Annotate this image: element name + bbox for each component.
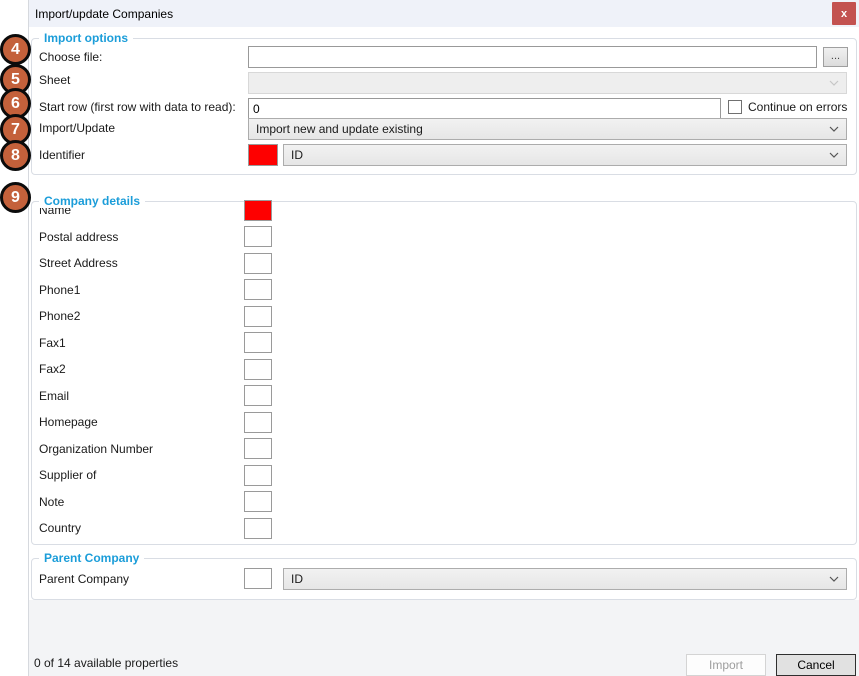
continue-on-errors-checkbox[interactable] bbox=[728, 100, 742, 114]
annotation-badge-9: 9 bbox=[0, 182, 31, 213]
company-field-row: Street Address bbox=[39, 250, 359, 277]
continue-on-errors-label: Continue on errors bbox=[748, 100, 847, 114]
choose-file-input[interactable] bbox=[248, 46, 817, 68]
company-field-mapping-box[interactable] bbox=[244, 385, 272, 406]
company-field-mapping-box[interactable] bbox=[244, 359, 272, 380]
company-field-mapping-box[interactable] bbox=[244, 412, 272, 433]
identifier-mapping-box[interactable] bbox=[248, 144, 278, 166]
company-field-mapping-box[interactable] bbox=[244, 438, 272, 459]
chevron-down-icon bbox=[829, 152, 839, 158]
company-field-label: Fax1 bbox=[39, 336, 66, 350]
company-field-mapping-box[interactable] bbox=[244, 279, 272, 300]
import-update-dropdown[interactable]: Import new and update existing bbox=[248, 118, 847, 140]
sheet-dropdown[interactable] bbox=[248, 72, 847, 94]
company-field-mapping-box[interactable] bbox=[244, 465, 272, 486]
start-row-input[interactable] bbox=[248, 98, 721, 120]
company-field-label: Country bbox=[39, 521, 81, 535]
group-company-details-header: Company details bbox=[39, 194, 145, 208]
identifier-label: Identifier bbox=[39, 148, 85, 162]
import-button[interactable]: Import bbox=[686, 654, 766, 676]
import-update-label: Import/Update bbox=[39, 121, 115, 135]
status-text: 0 of 14 available properties bbox=[34, 656, 178, 670]
chevron-down-icon bbox=[829, 80, 839, 86]
company-field-mapping-box[interactable] bbox=[244, 518, 272, 539]
company-field-row: Email bbox=[39, 383, 359, 410]
company-field-mapping-box[interactable] bbox=[244, 306, 272, 327]
parent-company-dropdown[interactable]: ID bbox=[283, 568, 847, 590]
company-field-row: Organization Number bbox=[39, 436, 359, 463]
choose-file-label: Choose file: bbox=[39, 50, 102, 64]
identifier-dropdown[interactable]: ID bbox=[283, 144, 847, 166]
company-field-label: Phone1 bbox=[39, 283, 80, 297]
chevron-down-icon bbox=[829, 126, 839, 132]
group-import-options-header: Import options bbox=[39, 31, 133, 45]
company-field-label: Phone2 bbox=[39, 309, 80, 323]
parent-company-label: Parent Company bbox=[39, 572, 129, 586]
parent-company-dropdown-value: ID bbox=[291, 572, 303, 586]
company-field-mapping-box[interactable] bbox=[244, 253, 272, 274]
company-field-label: Fax2 bbox=[39, 362, 66, 376]
company-field-row: Postal address bbox=[39, 224, 359, 251]
cancel-button[interactable]: Cancel bbox=[776, 654, 856, 676]
identifier-dropdown-value: ID bbox=[291, 148, 303, 162]
import-update-dropdown-value: Import new and update existing bbox=[256, 122, 423, 136]
company-field-label: Homepage bbox=[39, 415, 98, 429]
company-field-label: Note bbox=[39, 495, 64, 509]
annotation-badge-4: 4 bbox=[0, 34, 31, 65]
company-field-row: Country bbox=[39, 515, 359, 542]
chevron-down-icon bbox=[829, 576, 839, 582]
company-field-mapping-box[interactable] bbox=[244, 226, 272, 247]
company-field-row: Homepage bbox=[39, 409, 359, 436]
company-field-label: Email bbox=[39, 389, 69, 403]
company-field-label: Street Address bbox=[39, 256, 118, 270]
company-field-row: Fax1 bbox=[39, 330, 359, 357]
parent-company-mapping-box[interactable] bbox=[244, 568, 272, 589]
company-field-mapping-box[interactable] bbox=[244, 200, 272, 221]
company-field-row: Note bbox=[39, 489, 359, 516]
title-bar: Import/update Companies x bbox=[29, 0, 859, 27]
company-field-row: Supplier of bbox=[39, 462, 359, 489]
company-field-mapping-box[interactable] bbox=[244, 332, 272, 353]
company-field-row: Phone2 bbox=[39, 303, 359, 330]
annotation-badge-8: 8 bbox=[0, 140, 31, 171]
company-field-label: Organization Number bbox=[39, 442, 153, 456]
company-field-label: Supplier of bbox=[39, 468, 96, 482]
browse-button[interactable]: ... bbox=[823, 47, 848, 67]
group-parent-company-header: Parent Company bbox=[39, 551, 144, 565]
sheet-label: Sheet bbox=[39, 73, 70, 87]
window-title: Import/update Companies bbox=[29, 7, 173, 21]
company-field-row: Fax2 bbox=[39, 356, 359, 383]
start-row-label: Start row (first row with data to read): bbox=[39, 100, 236, 114]
close-icon[interactable]: x bbox=[832, 2, 856, 25]
company-field-row: Phone1 bbox=[39, 277, 359, 304]
company-fields: Name Postal address Street Address Phone… bbox=[39, 197, 359, 542]
company-field-label: Postal address bbox=[39, 230, 118, 244]
company-field-mapping-box[interactable] bbox=[244, 491, 272, 512]
import-update-companies-dialog: Import/update Companies x Import options… bbox=[28, 0, 859, 676]
